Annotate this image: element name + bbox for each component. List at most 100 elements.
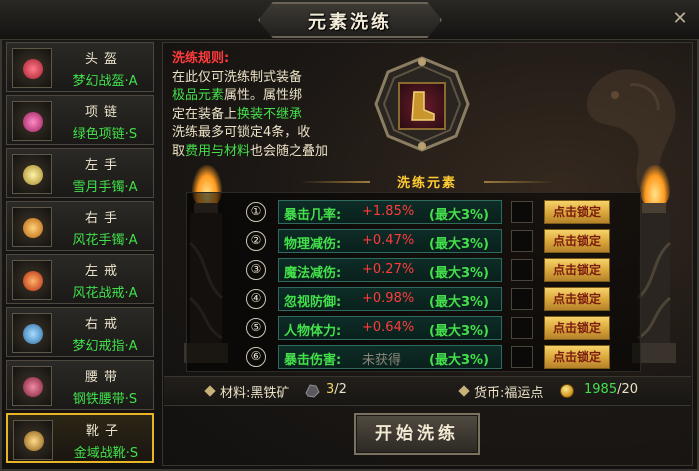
material-label: 材料:黑铁矿 [220,386,290,401]
equip-slot-label: 头盔 [84,52,123,67]
bracelet-icon [12,207,52,247]
material-count: 3/2 [326,382,347,397]
stat-box: 魔法减伤: +0.27% (最大3%) [278,258,502,282]
equip-item-helmet[interactable]: 头盔 梦幻战盔·A [6,42,154,92]
helmet-icon [12,48,52,88]
lock-button[interactable]: 点击锁定 [544,200,610,224]
stat-box: 物理减伤: +0.47% (最大3%) [278,229,502,253]
lock-button[interactable]: 点击锁定 [544,345,610,369]
section-title: 洗练元素 [396,176,457,191]
equip-item-right-ring[interactable]: 右戒 梦幻戒指·A [6,307,154,357]
equip-name: 风花手镯·A [72,233,138,248]
window-title: 元素洗练 [308,12,392,33]
equip-slot-label: 左手 [84,158,123,173]
stat-name: 人物体力: [284,324,342,339]
stat-box: 暴击几率: +1.85% (最大3%) [278,200,502,224]
currency-label: 货币:福运点 [474,386,544,401]
equip-item-left-ring[interactable]: 左戒 风花战戒·A [6,254,154,304]
lock-checkbox[interactable] [511,259,533,281]
stat-row: ② 物理减伤: +0.47% (最大3%) 点击锁定 [240,229,640,253]
equip-name: 梦幻戒指·A [72,339,138,354]
coin-icon [560,384,574,398]
stat-index: ⑥ [246,347,266,367]
section-divider [300,181,370,183]
equip-name: 钢铁腰带·S [72,392,138,407]
equip-item-belt[interactable]: 腰带 钢铁腰带·S [6,360,154,410]
equip-item-necklace[interactable]: 项链 绿色项链·S [6,95,154,145]
rules-line: 在此仅可洗练制式装备 [172,69,303,85]
close-button[interactable]: ✕ [669,8,691,30]
stat-index: ③ [246,260,266,280]
rules-title: 洗练规则: [172,51,230,66]
stat-value: +0.47% [362,233,415,248]
stat-row: ⑤ 人物体力: +0.64% (最大3%) 点击锁定 [240,316,640,340]
equip-name: 绿色项链·S [72,127,138,142]
stat-row: ④ 忽视防御: +0.98% (最大3%) 点击锁定 [240,287,640,311]
equip-item-left-hand[interactable]: 左手 雪月手镯·A [6,148,154,198]
lock-checkbox[interactable] [511,201,533,223]
equip-slot-label: 右戒 [84,317,123,332]
stat-box: 忽视防御: +0.98% (最大3%) [278,287,502,311]
lock-button[interactable]: 点击锁定 [544,316,610,340]
lock-button[interactable]: 点击锁定 [544,258,610,282]
selected-item-slot[interactable] [398,82,446,130]
stat-value: +0.27% [362,262,415,277]
stat-name: 物理减伤: [284,237,342,252]
currency-count: 1985/20 [584,382,639,397]
equip-slot-label: 右手 [84,211,123,226]
stat-value: +0.98% [362,291,415,306]
stat-box: 暴击伤害: 未获得 (最大3%) [278,345,502,369]
stat-name: 暴击几率: [284,208,342,223]
equip-name: 梦幻战盔·A [72,74,138,89]
equip-slot-label: 腰带 [84,370,123,385]
flame-icon [640,165,670,207]
equip-name: 金域战靴·S [73,446,139,461]
stat-index: ④ [246,289,266,309]
equip-item-boots[interactable]: 靴子 金域战靴·S [6,413,154,463]
stat-max: (最大3%) [429,266,489,281]
stat-value: 未获得 [362,353,402,368]
stat-value: +0.64% [362,320,415,335]
stat-max: (最大3%) [429,353,489,368]
stat-row: ⑥ 暴击伤害: 未获得 (最大3%) 点击锁定 [240,345,640,369]
rules-line: 定在装备上换装不继承 [172,106,303,122]
refine-rules: 洗练规则: 在此仅可洗练制式装备 极品元素属性。属性绑 定在装备上换装不继承 洗… [172,50,382,161]
stat-name: 忽视防御: [284,295,342,310]
stat-max: (最大3%) [429,208,489,223]
equip-item-right-hand[interactable]: 右手 风花手镯·A [6,201,154,251]
stat-index: ⑤ [246,318,266,338]
equipment-sidebar: 头盔 梦幻战盔·A 项链 绿色项链·S 左手 雪月手镯·A 右手 风花手镯·A … [6,42,158,466]
lock-checkbox[interactable] [511,230,533,252]
equip-name: 风花战戒·A [72,286,138,301]
stat-index: ① [246,202,266,222]
ring-icon [12,313,52,353]
necklace-icon [12,101,52,141]
lock-checkbox[interactable] [511,317,533,339]
stat-box: 人物体力: +0.64% (最大3%) [278,316,502,340]
lock-button[interactable]: 点击锁定 [544,229,610,253]
stat-value: +1.85% [362,204,415,219]
stat-name: 暴击伤害: [284,353,342,368]
stat-max: (最大3%) [429,237,489,252]
bracelet-icon [12,154,52,194]
ring-icon [12,260,52,300]
equip-slot-label: 项链 [84,105,123,120]
stat-max: (最大3%) [429,295,489,310]
lock-checkbox[interactable] [511,346,533,368]
stat-row: ① 暴击几率: +1.85% (最大3%) 点击锁定 [240,200,640,224]
boots-icon [411,91,435,121]
equip-name: 雪月手镯·A [72,180,138,195]
stat-max: (最大3%) [429,324,489,339]
belt-icon [12,366,52,406]
start-refine-button[interactable]: 开始洗练 [354,413,480,455]
equip-slot-label: 左戒 [84,264,123,279]
stat-row: ③ 魔法减伤: +0.27% (最大3%) 点击锁定 [240,258,640,282]
ore-icon [305,384,320,398]
rules-line: 洗练最多可锁定4条，收 [172,125,311,140]
stat-name: 魔法减伤: [284,266,342,281]
boots-icon [13,420,53,460]
lock-button[interactable]: 点击锁定 [544,287,610,311]
section-divider [484,181,554,183]
lock-checkbox[interactable] [511,288,533,310]
rules-line: 取费用与材料也会随之叠加 [172,143,329,159]
